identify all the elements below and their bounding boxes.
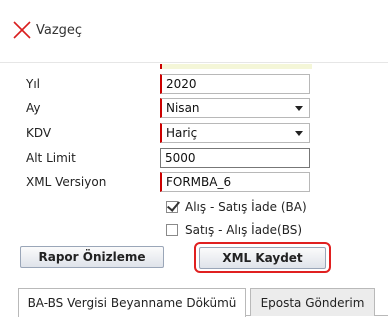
month-row: Ay Nisan (26, 98, 326, 120)
chevron-down-icon (295, 106, 303, 111)
ba-checkbox[interactable] (166, 201, 178, 213)
tab-ba-bs-declaration[interactable]: BA-BS Vergisi Beyanname Dökümü (18, 288, 246, 317)
save-xml-button[interactable]: XML Kaydet (199, 247, 326, 269)
tab-bar: BA-BS Vergisi Beyanname Dökümü Eposta Gö… (18, 288, 388, 326)
xml-version-label: XML Versiyon (26, 175, 107, 189)
cancel-label: Vazgeç (36, 22, 83, 38)
year-label: Yıl (26, 77, 40, 91)
toolbar: Vazgeç (0, 0, 388, 63)
ba-checkbox-row[interactable]: Alış - Satış İade (BA) (166, 198, 307, 216)
kdv-select[interactable]: Hariç (160, 123, 310, 143)
month-label: Ay (26, 101, 41, 115)
report-dialog: Vazgeç Yıl 2020 Ay Nisan KDV Hariç Alt L… (0, 0, 388, 326)
kdv-label: KDV (26, 126, 52, 140)
limit-row: Alt Limit 5000 (26, 148, 326, 170)
cancel-button[interactable]: Vazgeç (12, 18, 82, 42)
bs-checkbox-label: Satış - Alış İade(BS) (185, 223, 303, 237)
xml-version-field[interactable]: FORMBA_6 (160, 172, 310, 192)
chevron-down-icon (295, 131, 303, 136)
bs-checkbox-row[interactable]: Satış - Alış İade(BS) (166, 221, 302, 239)
previous-field-edge (160, 64, 312, 69)
month-select[interactable]: Nisan (160, 98, 310, 118)
bs-checkbox[interactable] (166, 224, 178, 236)
limit-label: Alt Limit (26, 151, 76, 165)
year-row: Yıl 2020 (26, 74, 326, 96)
year-field[interactable]: 2020 (160, 74, 310, 94)
report-preview-button[interactable]: Rapor Önizleme (20, 246, 164, 268)
limit-field[interactable]: 5000 (160, 148, 310, 168)
xml-version-row: XML Versiyon FORMBA_6 (26, 172, 326, 194)
close-icon (12, 20, 32, 40)
month-value: Nisan (166, 101, 200, 115)
tab-email-sending[interactable]: Eposta Gönderim (250, 288, 375, 316)
kdv-row: KDV Hariç (26, 123, 326, 145)
kdv-value: Hariç (166, 126, 198, 140)
ba-checkbox-label: Alış - Satış İade (BA) (185, 200, 307, 214)
